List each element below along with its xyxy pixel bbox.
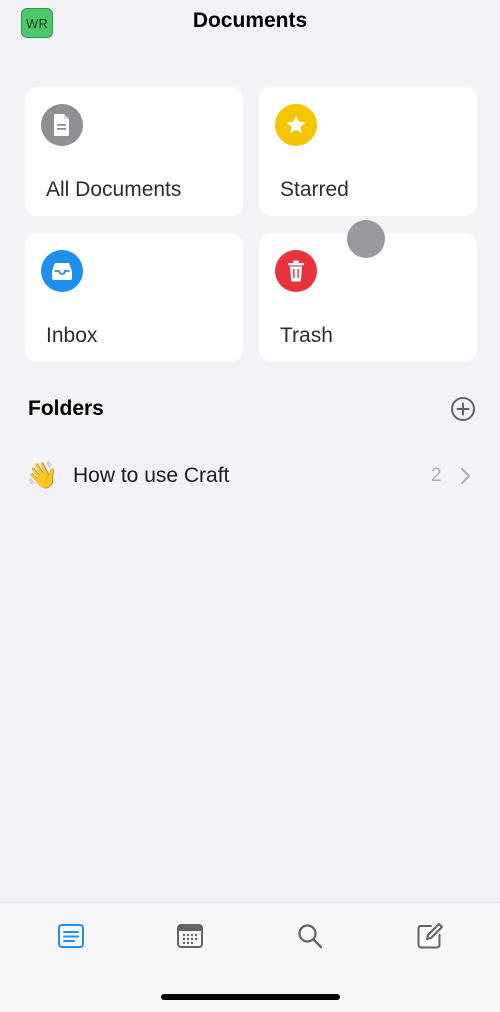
documents-icon[interactable] (56, 921, 86, 951)
card-label: All Documents (46, 178, 182, 201)
chevron-right-icon (461, 468, 470, 484)
calendar-icon[interactable] (175, 921, 205, 951)
compose-icon[interactable] (415, 921, 445, 951)
inbox-card[interactable]: Inbox (25, 233, 243, 362)
trash-icon (275, 250, 317, 292)
home-indicator (161, 994, 340, 1000)
plus-circle-icon[interactable] (450, 396, 476, 422)
search-icon[interactable] (295, 921, 325, 951)
folder-name: How to use Craft (73, 464, 230, 487)
folder-count: 2 (431, 465, 442, 486)
document-icon (41, 104, 83, 146)
folder-row[interactable]: 👋 How to use Craft 2 (0, 450, 500, 502)
star-icon (275, 104, 317, 146)
card-label: Starred (280, 178, 349, 201)
all-documents-card[interactable]: All Documents (25, 87, 243, 216)
folders-heading: Folders (28, 397, 104, 420)
page-title: Documents (192, 9, 308, 32)
waving-hand-emoji: 👋 (26, 460, 59, 490)
starred-card[interactable]: Starred (259, 87, 477, 216)
touch-indicator (347, 220, 385, 258)
card-label: Inbox (46, 324, 98, 347)
inbox-tray-icon (41, 250, 83, 292)
top-bar: WR Documents (0, 0, 500, 50)
card-label: Trash (280, 324, 333, 347)
